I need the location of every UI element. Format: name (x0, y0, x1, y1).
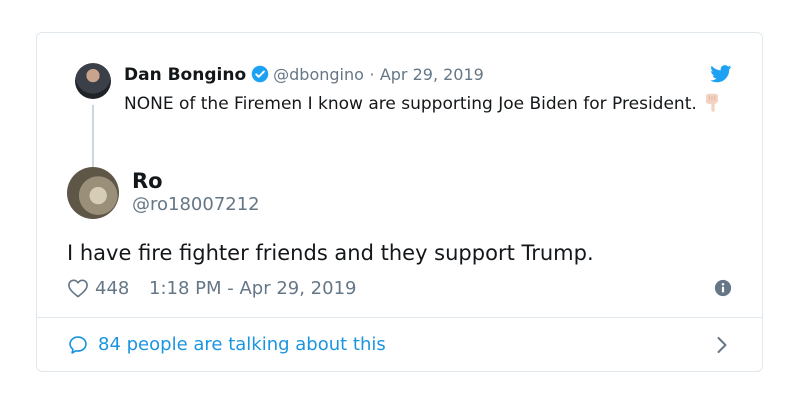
author-avatar[interactable] (67, 167, 119, 219)
parent-tweet-body: NONE of the Firemen I know are supportin… (124, 94, 697, 114)
info-icon[interactable] (714, 279, 732, 297)
tweet-text: I have fire fighter friends and they sup… (67, 241, 594, 265)
parent-author-avatar[interactable] (75, 63, 111, 99)
author-name[interactable]: Ro (132, 167, 163, 195)
parent-tweet-text: NONE of the Firemen I know are supportin… (124, 91, 724, 118)
thread-connector-line (92, 105, 94, 167)
parent-tweet-date[interactable]: Apr 29, 2019 (380, 65, 484, 84)
meta-separator: · (369, 65, 375, 84)
talking-about-link[interactable]: 84 people are talking about this (37, 318, 762, 372)
like-count[interactable]: 448 (95, 276, 129, 302)
talking-about-text[interactable]: 84 people are talking about this (98, 332, 386, 358)
parent-tweet-header: Dan Bongino @dbongino · Apr 29, 2019 (124, 64, 484, 86)
verified-badge-icon (251, 65, 269, 83)
chevron-right-icon[interactable] (716, 336, 728, 354)
author-handle[interactable]: @ro18007212 (132, 193, 260, 217)
tweet-meta-row: 448 1:18 PM - Apr 29, 2019 (67, 276, 732, 302)
parent-author-handle[interactable]: @dbongino (273, 65, 364, 84)
parent-author-name[interactable]: Dan Bongino (124, 65, 246, 85)
tweet-timestamp[interactable]: 1:18 PM - Apr 29, 2019 (149, 276, 356, 302)
backhand-index-pointing-down-icon (705, 93, 718, 112)
heart-icon[interactable] (67, 278, 89, 298)
twitter-bird-icon[interactable] (710, 65, 732, 83)
tweet-embed-card: Dan Bongino @dbongino · Apr 29, 2019 NONE… (36, 32, 763, 372)
speech-bubble-icon (69, 336, 87, 354)
